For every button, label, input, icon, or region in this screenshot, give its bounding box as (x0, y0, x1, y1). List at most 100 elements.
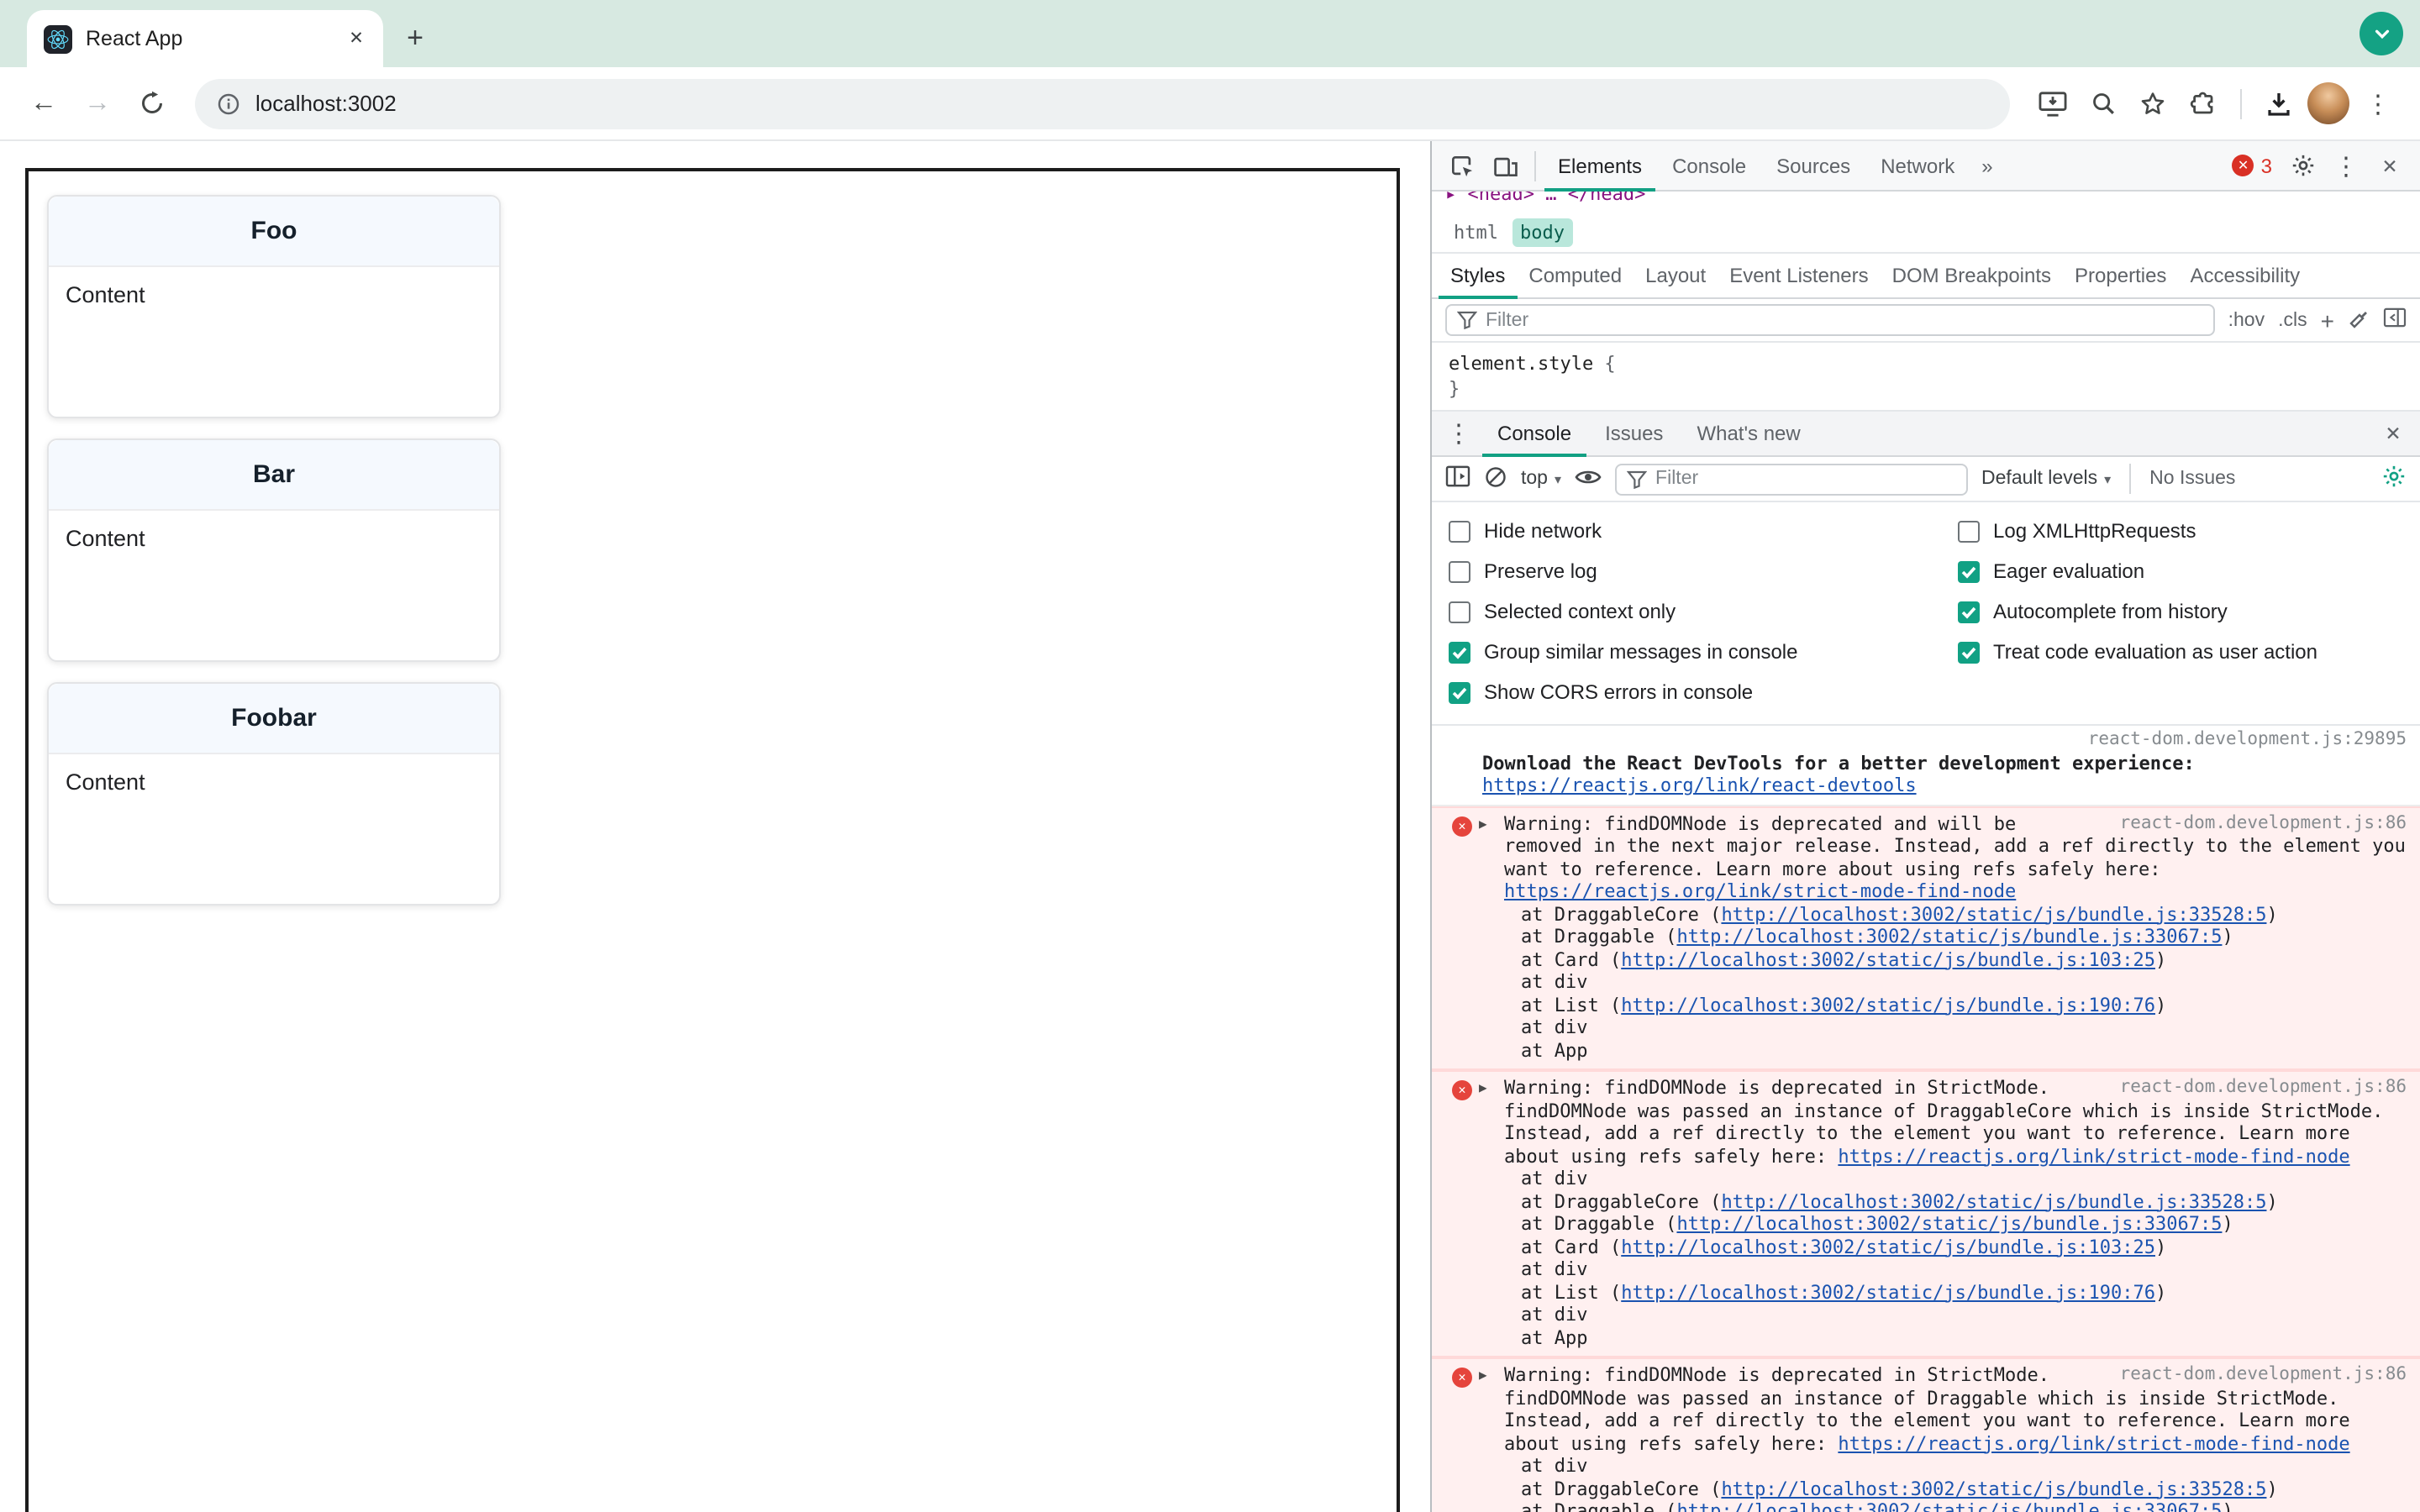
extensions-button[interactable] (2181, 81, 2225, 125)
devtools-settings-button[interactable] (2282, 145, 2323, 186)
url-text[interactable]: localhost:3002 (255, 91, 397, 116)
bundle-link[interactable]: http://localhost:3002/static/js/bundle.j… (1721, 1190, 2266, 1212)
console-filter-input[interactable]: Filter (1615, 463, 1969, 495)
browser-menu-button[interactable]: ⋮ (2356, 81, 2400, 125)
message-source-link[interactable]: react-dom.development.js:29895 (1482, 729, 2407, 752)
console-error-message[interactable]: ✕ ▶ react-dom.development.js:86 Warning:… (1432, 1070, 2420, 1357)
console-sidebar-button[interactable] (1445, 465, 1470, 492)
javascript-context-select[interactable]: top ▾ (1521, 469, 1561, 489)
console-settings-button[interactable] (2381, 464, 2407, 494)
drawer-tab-whats-new[interactable]: What's new (1681, 411, 1815, 456)
elements-tree[interactable]: ▸ <head> … </head> (1432, 192, 2420, 213)
checkbox-hide-network[interactable]: Hide network (1449, 511, 1958, 551)
refresh-button[interactable] (128, 80, 175, 127)
tab-console[interactable]: Console (1659, 140, 1760, 191)
new-tab-button[interactable]: + (393, 17, 437, 60)
clear-console-button[interactable] (1484, 465, 1507, 493)
bundle-link[interactable]: http://localhost:3002/static/js/bundle.j… (1676, 926, 2222, 948)
bundle-link[interactable]: http://localhost:3002/static/js/bundle.j… (1621, 1281, 2155, 1303)
checkbox-treat-eval-user-action[interactable]: Treat code evaluation as user action (1958, 632, 2317, 672)
toggle-element-state-button[interactable]: :hov (2228, 310, 2265, 330)
tab-event-listeners[interactable]: Event Listeners (1718, 253, 1880, 298)
live-expression-button[interactable] (1575, 466, 1602, 491)
bundle-link[interactable]: http://localhost:3002/static/js/bundle.j… (1621, 1236, 2155, 1257)
checkbox-autocomplete-history[interactable]: Autocomplete from history (1958, 591, 2317, 632)
log-levels-select[interactable]: Default levels ▾ (1981, 469, 2111, 489)
browser-tab[interactable]: React App ✕ (27, 10, 383, 67)
inspect-element-button[interactable] (1442, 145, 1482, 186)
devtools-download-link[interactable]: https://reactjs.org/link/react-devtools (1482, 774, 1917, 796)
bundle-link[interactable]: http://localhost:3002/static/js/bundle.j… (1621, 994, 2155, 1016)
computed-sidebar-toggle-button[interactable] (2383, 307, 2407, 333)
breadcrumb-body[interactable]: body (1512, 218, 1573, 247)
bundle-link[interactable]: http://localhost:3002/static/js/bundle.j… (1621, 948, 2155, 970)
device-toolbar-button[interactable] (1486, 145, 1526, 186)
strict-mode-link[interactable]: https://reactjs.org/link/strict-mode-fin… (1838, 1145, 2349, 1167)
card-foobar[interactable]: Foobar Content (47, 682, 501, 906)
bundle-link[interactable]: http://localhost:3002/static/js/bundle.j… (1721, 1478, 2266, 1499)
console-error-message[interactable]: ✕ ▶ react-dom.development.js:86 Warning:… (1432, 806, 2420, 1070)
devtools-close-button[interactable]: ✕ (2370, 145, 2410, 186)
console-error-message[interactable]: ✕ ▶ react-dom.development.js:86 Warning:… (1432, 1357, 2420, 1512)
tab-elements[interactable]: Elements (1544, 140, 1655, 191)
bookmark-button[interactable] (2131, 81, 2175, 125)
bundle-link[interactable]: http://localhost:3002/static/js/bundle.j… (1676, 1213, 2222, 1235)
message-source-link[interactable]: react-dom.development.js:86 (2120, 1077, 2407, 1100)
expand-caret-icon[interactable]: ▶ (1479, 1364, 1487, 1387)
issues-status[interactable]: No Issues (2149, 469, 2235, 489)
tab-layout[interactable]: Layout (1634, 253, 1718, 298)
expand-caret-icon[interactable]: ▶ (1479, 812, 1487, 835)
message-source-link[interactable]: react-dom.development.js:86 (2120, 1364, 2407, 1387)
card-bar[interactable]: Bar Content (47, 438, 501, 662)
address-bar[interactable]: localhost:3002 (195, 78, 2010, 129)
tab-dom-breakpoints[interactable]: DOM Breakpoints (1881, 253, 2063, 298)
strict-mode-link[interactable]: https://reactjs.org/link/strict-mode-fin… (1838, 1432, 2349, 1454)
sidebar-panel-icon (2383, 307, 2407, 328)
checkbox-show-cors-errors[interactable]: Show CORS errors in console (1449, 672, 1958, 712)
card-foo[interactable]: Foo Content (47, 195, 501, 418)
font-editor-button[interactable] (2348, 307, 2370, 333)
strict-mode-link[interactable]: https://reactjs.org/link/strict-mode-fin… (1504, 880, 2016, 902)
checkbox-log-xmlhttprequests[interactable]: Log XMLHttpRequests (1958, 511, 2317, 551)
profile-avatar[interactable] (2307, 82, 2349, 124)
bundle-link[interactable]: http://localhost:3002/static/js/bundle.j… (1721, 903, 2266, 925)
forward-button[interactable]: → (74, 80, 121, 127)
site-info-icon[interactable] (217, 92, 240, 115)
error-count-badge[interactable]: ✕ 3 (2226, 154, 2279, 177)
breadcrumb-html[interactable]: html (1445, 218, 1507, 247)
checkbox-group-similar[interactable]: Group similar messages in console (1449, 632, 1958, 672)
checkbox-selected-context-only[interactable]: Selected context only (1449, 591, 1958, 632)
bundle-link[interactable]: http://localhost:3002/static/js/bundle.j… (1676, 1500, 2222, 1512)
styles-filter-input[interactable]: Filter (1445, 304, 2215, 336)
checkbox-preserve-log[interactable]: Preserve log (1449, 551, 1958, 591)
devtools-menu-button[interactable]: ⋮ (2326, 145, 2366, 186)
tab-properties[interactable]: Properties (2063, 253, 2178, 298)
drawer-tab-issues[interactable]: Issues (1590, 411, 1678, 456)
console-sidebar-icon (1445, 465, 1470, 487)
tab-sources[interactable]: Sources (1763, 140, 1864, 191)
drawer-close-button[interactable]: ✕ (2373, 413, 2413, 454)
tab-close-icon[interactable]: ✕ (343, 25, 370, 52)
tab-styles[interactable]: Styles (1439, 253, 1517, 298)
stack-frame: at List (http://localhost:3002/static/js… (1521, 994, 2167, 1016)
console-messages[interactable]: react-dom.development.js:29895 Download … (1432, 726, 2420, 1512)
expand-caret-icon[interactable]: ▶ (1479, 1077, 1487, 1100)
tab-computed[interactable]: Computed (1517, 253, 1634, 298)
tab-network[interactable]: Network (1867, 140, 1968, 191)
more-tabs-button[interactable]: » (1971, 154, 2002, 177)
element-classes-button[interactable]: .cls (2278, 310, 2307, 330)
style-rule-editor[interactable]: element.style { } (1432, 343, 2420, 412)
drawer-menu-button[interactable]: ⋮ (1439, 413, 1479, 454)
tab-accessibility[interactable]: Accessibility (2178, 253, 2312, 298)
checkbox-eager-evaluation[interactable]: Eager evaluation (1958, 551, 2317, 591)
back-button[interactable]: ← (20, 80, 67, 127)
install-app-button[interactable] (2030, 81, 2074, 125)
new-style-rule-button[interactable]: + (2321, 307, 2334, 333)
stack-frame: at div (1521, 1304, 1588, 1326)
drawer-tab-console[interactable]: Console (1482, 411, 1586, 456)
search-lens-button[interactable] (2081, 81, 2124, 125)
downloads-button[interactable] (2257, 81, 2301, 125)
tab-search-button[interactable] (2360, 12, 2403, 55)
style-selector[interactable]: element.style (1449, 353, 1593, 375)
message-source-link[interactable]: react-dom.development.js:86 (2120, 812, 2407, 835)
